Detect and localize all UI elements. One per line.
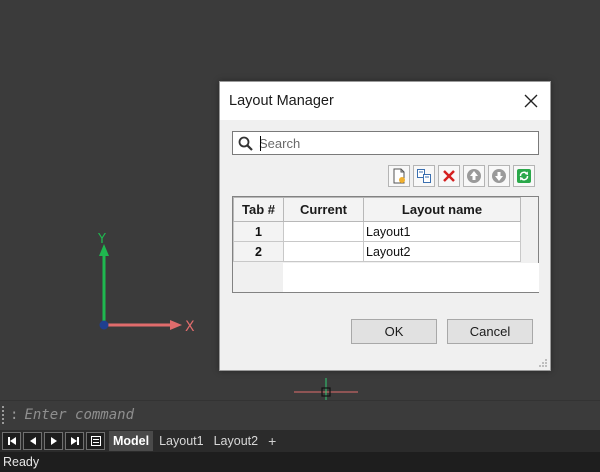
copy-layout-button[interactable] — [413, 165, 435, 187]
row-current-cell[interactable] — [283, 221, 364, 242]
status-bar: Ready — [0, 452, 600, 472]
row-layout-name[interactable]: Layout1 — [363, 221, 521, 242]
column-header-tab[interactable]: Tab # — [233, 197, 284, 222]
table-row[interactable]: 2 Layout2 — [233, 241, 521, 262]
add-layout-tab-button[interactable]: + — [268, 433, 276, 449]
layout-manager-dialog: Layout Manager Search Tab # Current Layo… — [219, 81, 551, 371]
search-input[interactable] — [259, 135, 538, 151]
first-icon — [7, 437, 16, 445]
refresh-icon — [517, 169, 531, 183]
delete-x-icon — [443, 170, 455, 182]
command-input[interactable] — [18, 403, 600, 426]
row-current-cell[interactable] — [283, 241, 364, 262]
search-box[interactable] — [232, 131, 539, 155]
command-line: : — [0, 400, 600, 428]
ucs-x-label: X — [185, 319, 195, 335]
next-icon — [50, 437, 57, 445]
close-button[interactable] — [520, 90, 542, 112]
refresh-button[interactable] — [513, 165, 535, 187]
row-tab-number: 2 — [233, 241, 284, 262]
move-up-button[interactable] — [463, 165, 485, 187]
last-tab-button[interactable] — [65, 432, 84, 450]
tab-list-button[interactable] — [86, 432, 105, 450]
dialog-title: Layout Manager — [229, 93, 334, 109]
ucs-y-label: Y — [97, 232, 106, 247]
text-caret — [260, 136, 261, 151]
column-header-layout-name[interactable]: Layout name — [363, 197, 521, 222]
layout-toolbar — [388, 165, 535, 187]
search-icon — [238, 136, 253, 151]
layout-grid: Tab # Current Layout name 1 Layout1 2 La… — [233, 197, 521, 262]
next-tab-button[interactable] — [44, 432, 63, 450]
move-down-button[interactable] — [488, 165, 510, 187]
layout-tabs-bar: Model Layout1 Layout2 + — [0, 430, 600, 452]
first-tab-button[interactable] — [2, 432, 21, 450]
copy-layout-icon — [417, 169, 431, 183]
arrow-up-circle-icon — [467, 169, 481, 183]
arrow-down-circle-icon — [492, 169, 506, 183]
resize-grip-icon[interactable] — [538, 358, 548, 368]
new-document-icon — [393, 168, 405, 184]
previous-icon — [29, 437, 36, 445]
table-row[interactable]: 1 Layout1 — [233, 221, 521, 242]
table-header-row: Tab # Current Layout name — [233, 197, 521, 222]
column-header-current[interactable]: Current — [283, 197, 364, 222]
layout-table: Tab # Current Layout name 1 Layout1 2 La… — [232, 196, 539, 293]
tab-layout1[interactable]: Layout1 — [155, 431, 207, 451]
cancel-button[interactable]: Cancel — [447, 319, 533, 344]
new-layout-button[interactable] — [388, 165, 410, 187]
last-icon — [70, 437, 79, 445]
status-text: Ready — [3, 455, 40, 469]
delete-layout-button[interactable] — [438, 165, 460, 187]
close-icon — [524, 94, 538, 108]
list-icon — [90, 436, 101, 446]
ok-button[interactable]: OK — [351, 319, 437, 344]
tab-layout2[interactable]: Layout2 — [210, 431, 262, 451]
previous-tab-button[interactable] — [23, 432, 42, 450]
row-layout-name[interactable]: Layout2 — [363, 241, 521, 262]
tab-model[interactable]: Model — [109, 431, 154, 451]
row-tab-number: 1 — [233, 221, 284, 242]
command-line-grip-icon[interactable] — [2, 405, 10, 424]
table-empty-area — [283, 263, 539, 292]
command-prompt: : — [10, 406, 19, 423]
dialog-titlebar[interactable]: Layout Manager — [220, 82, 550, 120]
